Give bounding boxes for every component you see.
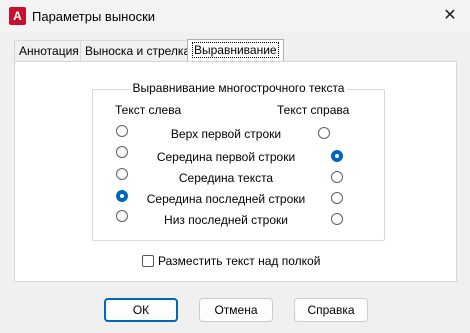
radio-right-bottom-last-line[interactable] [331,213,343,225]
row-label-middle-first-line: Середина первой строки [156,150,296,164]
window-title: Параметры выноски [32,9,156,24]
group-title: Выравнивание многострочного текста [129,81,348,95]
tab-alignment[interactable]: Выравнивание [187,39,284,61]
ok-button[interactable]: ОК [104,298,178,322]
radio-right-middle-last-line[interactable] [331,192,343,204]
radio-right-middle-text[interactable] [331,171,343,183]
close-button[interactable]: ✕ [438,5,462,27]
right-column-header: Текст справа [277,103,350,117]
radio-right-top-first-line[interactable] [318,127,330,139]
row-label-top-first-line: Верх первой строки [170,127,282,141]
tab-panel-alignment: Выравнивание многострочного текста Текст… [14,61,457,282]
row-label-middle-last-line: Середина последней строки [146,192,306,206]
row-label-middle-text: Середина текста [178,171,274,185]
help-button[interactable]: Справка [294,298,368,322]
place-text-above-shelf-label: Разместить текст над полкой [158,254,321,268]
title-bar: A Параметры выноски ✕ [0,0,470,33]
tab-leader-and-arrow[interactable]: Выноска и стрелка [80,40,196,61]
left-column-header: Текст слева [115,103,182,117]
cancel-button[interactable]: Отмена [199,298,273,322]
close-icon: ✕ [443,7,457,24]
tab-annotation[interactable]: Аннотация [14,40,84,61]
radio-right-middle-first-line[interactable] [331,150,343,162]
tab-alignment-label: Выравнивание [192,42,279,58]
autocad-app-icon: A [9,7,26,25]
row-label-bottom-last-line: Низ последней строки [164,213,288,227]
place-text-above-shelf-checkbox[interactable] [142,255,154,267]
